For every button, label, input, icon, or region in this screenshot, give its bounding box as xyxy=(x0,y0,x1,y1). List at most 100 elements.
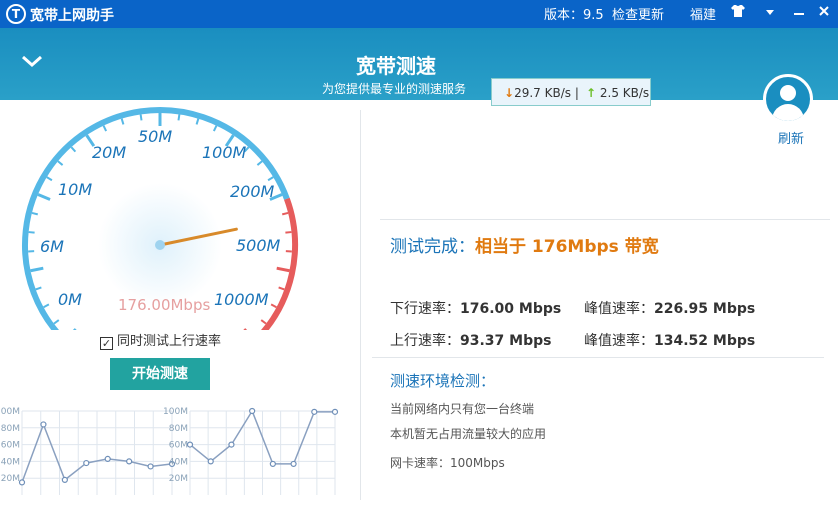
gauge-tick xyxy=(104,126,107,131)
gauge-label-1000m: 1000M xyxy=(214,290,269,309)
results-divider-bottom xyxy=(372,357,824,358)
chart-point xyxy=(84,461,89,466)
gauge-tick xyxy=(277,268,290,271)
gauge-label-20m: 20M xyxy=(92,143,126,162)
version-label: 版本：9.5 xyxy=(544,4,604,23)
gauge-tick xyxy=(44,304,49,307)
chart-point xyxy=(291,461,296,466)
chart-point xyxy=(229,442,234,447)
chart-ytick-label: 80M xyxy=(1,424,20,434)
upload-arrow-icon: ↑ xyxy=(586,86,596,100)
speed-gauge-panel: 0M 6M 10M 20M 50M 100M 200M 500M 1000M 1… xyxy=(0,100,360,500)
speed-history-charts: 100M 80M 60M 40M 20M 100M 80M 60M 40M 20M xyxy=(0,405,360,505)
nic-speed: 网卡速率：100Mbps xyxy=(390,454,505,471)
dropdown-icon[interactable] xyxy=(765,4,775,22)
gauge-tick xyxy=(29,232,35,233)
panel-divider xyxy=(360,110,361,500)
start-test-button[interactable]: 开始测速 xyxy=(110,358,210,390)
upload-peak-rate: 峰值速率：134.52 Mbps xyxy=(584,330,755,350)
chart-ytick-label: 100M xyxy=(0,407,20,417)
page-subtitle: 为您提供最专业的测速服务 xyxy=(322,80,466,97)
title-bar: T 宽带上网助手 版本：9.5 检查更新 福建 xyxy=(0,0,838,28)
chart-ytick-label: 40M xyxy=(169,457,188,467)
app-title: 宽带上网助手 xyxy=(30,5,114,25)
upload-test-label: 同时测试上行速率 xyxy=(117,334,221,349)
gauge-label-50m: 50M xyxy=(138,127,172,146)
region-label[interactable]: 福建 xyxy=(690,4,716,23)
chart-point xyxy=(333,409,338,414)
gauge-label-6m: 6M xyxy=(40,237,64,256)
gauge-tick xyxy=(47,177,52,180)
gauge-tick xyxy=(268,177,273,180)
upload-test-checkbox[interactable]: ✓ xyxy=(100,337,113,350)
results-panel: 刷新 测试完成：相当于 176Mbps 带宽 下行速率：176.00 Mbps … xyxy=(372,100,838,500)
gauge-tick xyxy=(197,119,199,125)
chart-ytick-label: 80M xyxy=(169,424,188,434)
gauge-tick xyxy=(36,287,42,289)
chart-point xyxy=(148,464,153,469)
gauge-value: 176.00Mbps xyxy=(118,296,210,314)
gauge-label-10m: 10M xyxy=(58,180,92,199)
download-arrow-icon: ↓ xyxy=(504,86,514,100)
chart-ytick-label: 40M xyxy=(1,457,20,467)
gauge-tick xyxy=(282,213,288,214)
chart-point xyxy=(127,459,132,464)
gauge-tick xyxy=(178,114,179,120)
gauge-tick xyxy=(32,213,38,214)
check-update-link[interactable]: 检查更新 xyxy=(612,4,664,23)
chart-point xyxy=(62,477,67,482)
chart-point xyxy=(105,456,110,461)
minimize-icon[interactable] xyxy=(793,4,805,22)
gauge-label-0m: 0M xyxy=(58,290,82,309)
gauge-label-200m: 200M xyxy=(230,182,274,201)
environment-line-2: 本机暂无占用流量较大的应用 xyxy=(390,425,546,442)
environment-line-1: 当前网络内只有您一台终端 xyxy=(390,400,534,417)
chart-ytick-label: 60M xyxy=(169,441,188,451)
chart-ytick-label: 20M xyxy=(169,474,188,484)
gauge-tick xyxy=(67,329,76,330)
upload-rate: 上行速率：93.37 Mbps xyxy=(390,330,551,350)
gauge-tick xyxy=(122,119,124,125)
download-peak-rate: 峰值速率：226.95 Mbps xyxy=(584,298,755,318)
chart-point xyxy=(41,422,46,427)
gauge-label-100m: 100M xyxy=(202,143,246,162)
upload-test-checkbox-row[interactable]: ✓ 同时测试上行速率 xyxy=(100,330,221,350)
shirt-icon[interactable] xyxy=(730,4,746,22)
gauge-tick xyxy=(141,114,142,120)
download-speed: ↓29.7 KB/s | xyxy=(504,86,579,100)
gauge-tick xyxy=(261,320,266,324)
upload-speed: ↑ 2.5 KB/s xyxy=(586,86,649,100)
chart-ytick-label: 100M xyxy=(163,407,188,417)
test-complete-text: 测试完成：相当于 176Mbps 带宽 xyxy=(390,232,659,257)
gauge-tick xyxy=(31,268,44,271)
collapse-icon[interactable] xyxy=(20,50,44,75)
chart-point xyxy=(20,480,25,485)
gauge-label-500m: 500M xyxy=(236,236,280,255)
chart-point xyxy=(312,409,317,414)
chart-point xyxy=(208,459,213,464)
gauge-tick xyxy=(244,329,253,330)
chart-point xyxy=(250,409,255,414)
app-logo-icon: T xyxy=(6,4,26,24)
download-rate: 下行速率：176.00 Mbps xyxy=(390,298,561,318)
gauge-tick xyxy=(54,320,59,324)
chart-point xyxy=(270,461,275,466)
gauge-arc-red xyxy=(255,199,295,330)
gauge-tick xyxy=(271,304,276,307)
close-icon[interactable] xyxy=(818,4,830,22)
gauge-tick xyxy=(58,161,63,165)
chart-ytick-label: 20M xyxy=(1,474,20,484)
gauge-tick xyxy=(257,161,262,165)
header-banner: 宽带测速 为您提供最专业的测速服务 ↓29.7 KB/s | ↑ 2.5 KB/… xyxy=(0,28,838,100)
gauge-tick xyxy=(214,126,217,131)
gauge-tick xyxy=(279,287,285,289)
bandwidth-equivalent: 相当于 176Mbps 带宽 xyxy=(475,237,659,257)
gauge-hub xyxy=(155,240,165,250)
chart-point xyxy=(188,442,193,447)
chart-ytick-label: 60M xyxy=(1,441,20,451)
avatar-head xyxy=(780,85,796,101)
gauge-tick xyxy=(285,232,291,233)
environment-check-title: 测速环境检测： xyxy=(390,370,495,391)
refresh-link[interactable]: 刷新 xyxy=(778,128,804,147)
gauge-tick xyxy=(38,194,50,199)
